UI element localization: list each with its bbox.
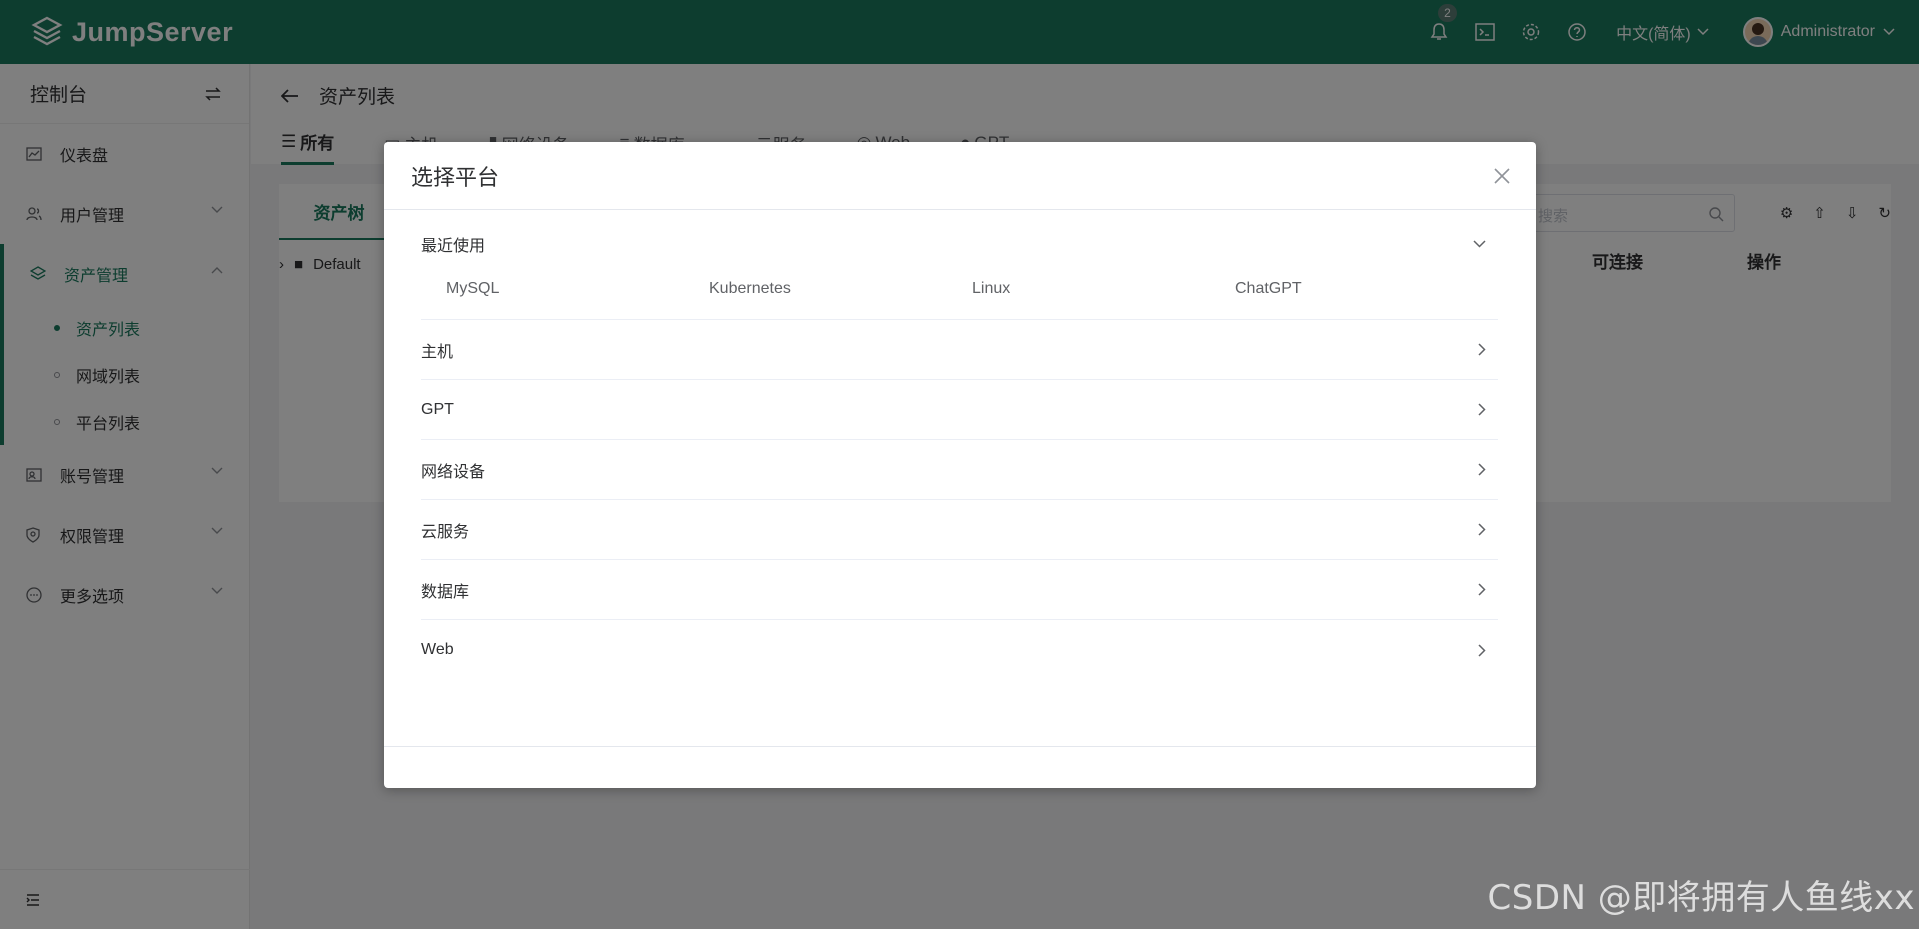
dialog-header: 选择平台 xyxy=(384,142,1536,210)
platform-group-gpt[interactable]: GPT xyxy=(421,380,1498,440)
chevron-right-icon xyxy=(1478,583,1486,596)
recent-label: 最近使用 xyxy=(421,238,486,255)
chevron-down-icon xyxy=(1473,240,1486,248)
recent-platform-linux[interactable]: Linux xyxy=(972,280,1235,298)
group-label: 数据库 xyxy=(421,583,470,601)
chevron-right-icon xyxy=(1478,523,1486,536)
chevron-right-icon xyxy=(1478,643,1486,657)
group-label: Web xyxy=(421,641,454,658)
group-label: 云服务 xyxy=(421,523,470,541)
platform-group-host[interactable]: 主机 xyxy=(421,320,1498,380)
select-platform-dialog: 选择平台 最近使用 MySQL Kubernetes Linux ChatGPT… xyxy=(384,142,1536,788)
platform-group-web[interactable]: Web xyxy=(421,620,1498,680)
watermark: CSDN @即将拥有人鱼线xx xyxy=(1487,878,1915,918)
group-label: 主机 xyxy=(421,343,454,361)
chevron-right-icon xyxy=(1478,403,1486,416)
chevron-right-icon xyxy=(1478,463,1486,476)
platform-group-database[interactable]: 数据库 xyxy=(421,560,1498,620)
dialog-title: 选择平台 xyxy=(411,164,500,190)
recent-platform-kubernetes[interactable]: Kubernetes xyxy=(709,280,972,298)
dialog-footer xyxy=(384,746,1536,788)
group-label: GPT xyxy=(421,400,454,418)
recent-platform-chatgpt[interactable]: ChatGPT xyxy=(1235,280,1498,298)
dialog-body: 最近使用 MySQL Kubernetes Linux ChatGPT 主机 G… xyxy=(384,190,1536,680)
group-label: 网络设备 xyxy=(421,463,486,481)
chevron-right-icon xyxy=(1478,343,1486,356)
recent-platform-list: MySQL Kubernetes Linux ChatGPT xyxy=(421,258,1498,320)
platform-group-network-device[interactable]: 网络设备 xyxy=(421,440,1498,500)
platform-group-cloud[interactable]: 云服务 xyxy=(421,500,1498,560)
close-icon[interactable] xyxy=(1494,168,1510,184)
recent-platform-mysql[interactable]: MySQL xyxy=(446,280,709,298)
